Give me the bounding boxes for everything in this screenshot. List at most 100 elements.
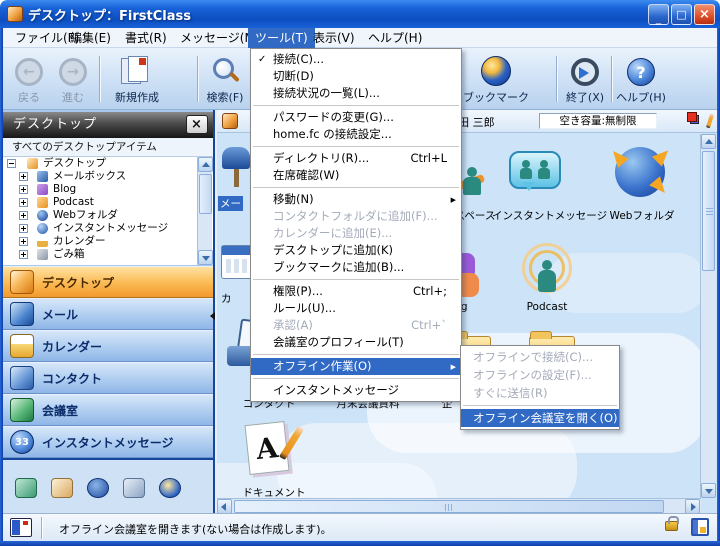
search-button[interactable]: 検索(F)	[203, 51, 247, 107]
podcast-label[interactable]: Podcast	[515, 301, 579, 313]
back-button[interactable]: ← 戻る	[8, 51, 50, 107]
document-label[interactable]: ドキュメント	[237, 485, 311, 498]
horizontal-scrollbar[interactable]	[217, 498, 701, 513]
tree-item-im[interactable]: インスタントメッセージ	[3, 222, 213, 235]
app-icon	[7, 6, 23, 22]
menu-item-conference-profile[interactable]: 会議室のプロフィール(T)	[251, 334, 461, 351]
menu-format[interactable]: 書式(R)	[118, 28, 174, 48]
tree-item-blog[interactable]: Blog	[3, 183, 213, 196]
tree-scroll-up[interactable]	[198, 157, 213, 172]
forward-button[interactable]: → 進む	[52, 51, 94, 107]
menu-item-add-calendar[interactable]: カレンダーに追加(E)...	[251, 225, 461, 242]
menu-item-permissions[interactable]: 権限(P)... Ctrl+;	[251, 283, 461, 300]
menu-item-label: オフラインの設定(F)...	[473, 368, 592, 382]
submenu-item-offline-settings[interactable]: オフラインの設定(F)...	[461, 366, 619, 384]
submenu-item-open-offline-conference[interactable]: オフライン会議室を開く(O)	[461, 409, 619, 427]
webfolder-mini-icon[interactable]	[87, 478, 109, 498]
scroll-up-button[interactable]	[701, 134, 716, 149]
expand-icon[interactable]	[19, 224, 28, 233]
search-label: 検索(F)	[207, 89, 244, 105]
vertical-scrollbar[interactable]	[700, 134, 716, 498]
podcast-icon[interactable]	[520, 248, 574, 300]
menu-item-connection-list[interactable]: 接続状況の一覧(L)...	[251, 85, 461, 102]
websearch-mini-icon[interactable]	[159, 478, 181, 498]
nav-conference[interactable]: 会議室	[3, 394, 213, 426]
scroll-down-button[interactable]	[701, 483, 716, 498]
tree-scroll-thumb[interactable]	[199, 174, 212, 214]
tree-scroll-down[interactable]	[198, 250, 213, 265]
submenu-item-send-now[interactable]: すぐに送信(R)	[461, 384, 619, 402]
menu-item-presence[interactable]: 在席確認(W)	[251, 167, 461, 184]
edit-pencil-icon[interactable]	[706, 114, 714, 129]
expand-icon[interactable]	[19, 237, 28, 246]
menu-item-add-contact-folder[interactable]: コンタクトフォルダに追加(F)...	[251, 208, 461, 225]
new-document-button[interactable]: 新規作成	[105, 51, 169, 107]
web-folder-label[interactable]: Webフォルダ	[602, 208, 682, 223]
mailbox-label[interactable]: メー	[218, 196, 243, 211]
tree-scrollbar[interactable]	[197, 157, 212, 265]
maximize-button[interactable]: □	[671, 4, 692, 25]
menu-item-add-bookmark[interactable]: ブックマークに追加(B)...	[251, 259, 461, 276]
workspace-palette-icon[interactable]	[690, 115, 699, 124]
menu-item-offline-work[interactable]: オフライン作業(O) ▶	[251, 358, 461, 375]
menu-item-homefc-settings[interactable]: home.fc の接続設定...	[251, 126, 461, 143]
status-bar: オフライン会議室を開きます(ない場合は作成します)。	[3, 513, 717, 541]
menu-item-rules[interactable]: ルール(U)...	[251, 300, 461, 317]
tree-item-trash[interactable]: ごみ箱	[3, 248, 213, 261]
nav-desktop[interactable]: デスクトップ	[3, 266, 213, 298]
calendar-label[interactable]: カ	[221, 291, 232, 306]
horizontal-scroll-thumb[interactable]	[234, 500, 664, 513]
nav-contact[interactable]: コンタクト	[3, 362, 213, 394]
contact-mini-icon[interactable]	[123, 478, 145, 498]
menu-item-disconnect[interactable]: 切断(D)	[251, 68, 461, 85]
help-button[interactable]: ? ヘルプ(H)	[615, 51, 667, 107]
menu-item-instant-message[interactable]: インスタントメッセージ	[251, 382, 461, 399]
tree-item-desktop[interactable]: デスクトップ	[3, 157, 213, 170]
scroll-right-button[interactable]	[685, 499, 700, 513]
sidebar-collapse-arrow[interactable]	[206, 312, 215, 320]
menu-help[interactable]: ヘルプ(H)	[361, 28, 429, 48]
mailbox-icon[interactable]	[222, 147, 252, 187]
expand-icon[interactable]	[19, 211, 28, 220]
tree-item-calendar[interactable]: カレンダー	[3, 235, 213, 248]
tree-item-podcast[interactable]: Podcast	[3, 196, 213, 209]
submenu-item-offline-connect[interactable]: オフラインで接続(C)...	[461, 348, 619, 366]
bookmark-button[interactable]: ブックマーク	[455, 51, 537, 107]
instant-message-label[interactable]: インスタントメッセージ	[492, 208, 597, 223]
expand-icon[interactable]	[19, 185, 28, 194]
menu-tools[interactable]: ツール(T)	[248, 28, 315, 48]
panel-toggle-icon[interactable]	[10, 518, 32, 537]
menu-item-move[interactable]: 移動(N) ▶	[251, 191, 461, 208]
close-button[interactable]: ×	[694, 4, 715, 25]
tree-item-webfolder[interactable]: Webフォルダ	[3, 209, 213, 222]
sidebar-subheader: すべてのデスクトップアイテム	[3, 138, 213, 157]
nav-mail[interactable]: メール	[3, 298, 213, 330]
check-icon: ✓	[258, 51, 266, 68]
menu-item-connect[interactable]: ✓ 接続(C)...	[251, 51, 461, 68]
tree-item-mailbox[interactable]: メールボックス	[3, 170, 213, 183]
web-folder-icon[interactable]	[615, 147, 665, 197]
document-icon[interactable]: A	[243, 421, 295, 479]
menu-item-add-desktop[interactable]: デスクトップに追加(K)	[251, 242, 461, 259]
menu-edit[interactable]: 編集(E)	[63, 28, 118, 48]
menu-item-approve[interactable]: 承認(A) Ctrl+`	[251, 317, 461, 334]
sidebar-close-button[interactable]: ×	[186, 115, 208, 134]
nav-calendar[interactable]: カレンダー	[3, 330, 213, 362]
layout-icon[interactable]	[691, 518, 709, 536]
expand-icon[interactable]	[19, 172, 28, 181]
collapse-icon[interactable]	[7, 159, 16, 168]
exit-button[interactable]: 終了(X)	[561, 51, 609, 107]
expand-icon[interactable]	[19, 250, 28, 259]
vertical-scroll-thumb[interactable]	[702, 151, 715, 271]
menu-item-directory[interactable]: ディレクトリ(R)... Ctrl+L	[251, 150, 461, 167]
minimize-button[interactable]: _	[648, 4, 669, 25]
conference-mini-icon[interactable]	[15, 478, 37, 498]
instant-message-icon[interactable]	[509, 151, 561, 189]
scroll-left-button[interactable]	[217, 499, 232, 513]
menu-item-change-password[interactable]: パスワードの変更(G)...	[251, 109, 461, 126]
nav-instant-message[interactable]: 33 インスタントメッセージ	[3, 426, 213, 458]
close-icon: ×	[699, 7, 710, 22]
expand-icon[interactable]	[19, 198, 28, 207]
menu-view[interactable]: 表示(V)	[306, 28, 362, 48]
document-mini-icon[interactable]	[51, 478, 73, 498]
